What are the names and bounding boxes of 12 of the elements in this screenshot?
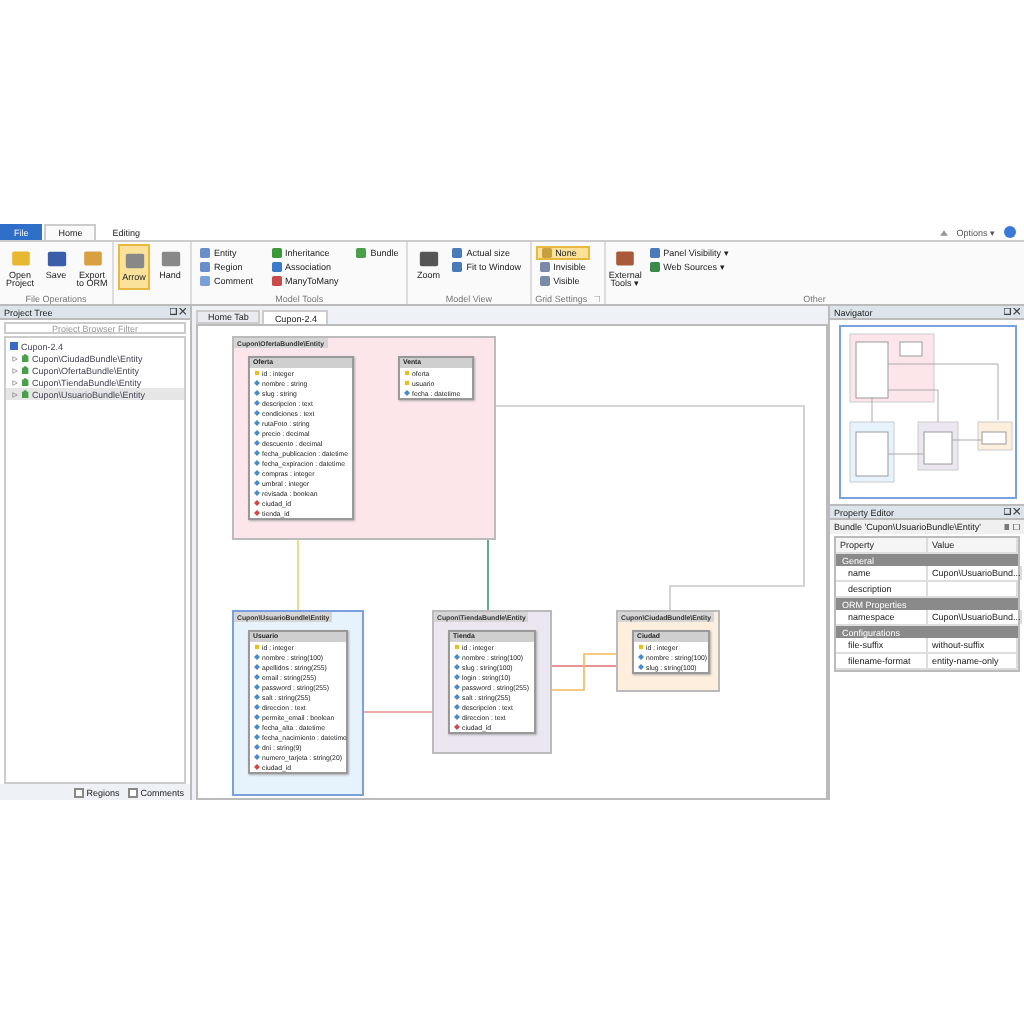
collapse-icon[interactable] xyxy=(940,229,949,235)
help-icon[interactable] xyxy=(1004,226,1016,238)
pin-icon[interactable] xyxy=(1004,508,1020,516)
entity-table[interactable] xyxy=(248,356,354,520)
bundle-region[interactable] xyxy=(232,336,496,540)
project-icon xyxy=(10,342,18,350)
field-icon xyxy=(403,390,409,396)
pin-icon[interactable] xyxy=(170,308,186,316)
key-icon xyxy=(403,380,409,386)
bundle-region[interactable] xyxy=(232,610,364,796)
pin-icon[interactable] xyxy=(1004,308,1020,316)
entity-table[interactable] xyxy=(248,630,349,774)
